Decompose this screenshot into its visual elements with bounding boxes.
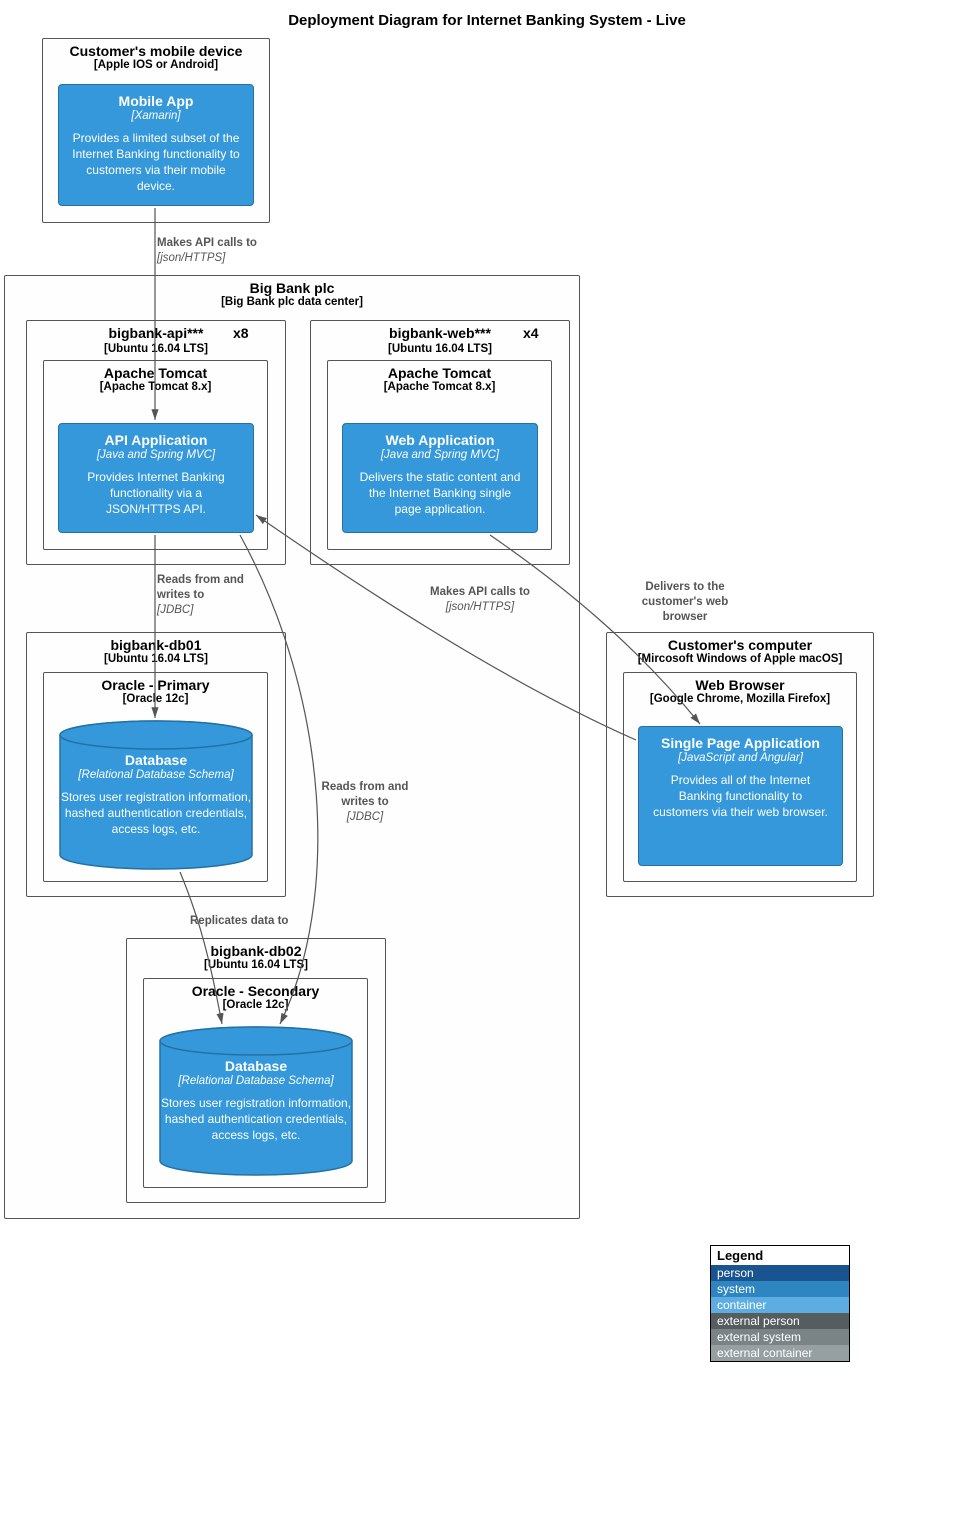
- tomcat1-title: Apache Tomcat: [52, 365, 259, 381]
- edge-mobile-to-api: Makes API calls to [json/HTTPS]: [157, 236, 307, 266]
- api-node-title: bigbank-api***: [109, 325, 204, 341]
- oracle2-title: Oracle - Secondary: [152, 983, 359, 999]
- db01-title: bigbank-db01: [35, 637, 277, 653]
- edge-db1-to-db2: Replicates data to: [190, 914, 320, 929]
- web-node-sub: [Ubuntu 16.04 LTS]: [319, 343, 561, 355]
- db02-title: bigbank-db02: [135, 943, 377, 959]
- tomcat2-title: Apache Tomcat: [336, 365, 543, 381]
- legend-row: container: [711, 1297, 849, 1313]
- legend-title: Legend: [711, 1246, 849, 1265]
- container-web-app: Web Application [Java and Spring MVC] De…: [342, 423, 538, 533]
- tomcat1-sub: [Apache Tomcat 8.x]: [52, 381, 259, 393]
- db1-tech: [Relational Database Schema]: [58, 769, 254, 781]
- browser-title: Web Browser: [632, 677, 848, 693]
- db02-sub: [Ubuntu 16.04 LTS]: [135, 959, 377, 971]
- db1-title: Database: [58, 752, 254, 769]
- diagram-title: Deployment Diagram for Internet Banking …: [0, 0, 974, 41]
- container-spa: Single Page Application [JavaScript and …: [638, 726, 843, 866]
- computer-sub: [Mircosoft Windows of Apple macOS]: [615, 653, 865, 665]
- mobile-device-sub: [Apple IOS or Android]: [51, 59, 261, 71]
- mobile-device-title: Customer's mobile device: [51, 43, 261, 59]
- mobile-app-desc: Provides a limited subset of the Interne…: [69, 130, 243, 195]
- legend-row: system: [711, 1281, 849, 1297]
- spa-tech: [JavaScript and Angular]: [649, 752, 832, 764]
- browser-sub: [Google Chrome, Mozilla Firefox]: [632, 693, 848, 705]
- web-app-title: Web Application: [353, 432, 527, 449]
- mobile-app-tech: [Xamarin]: [69, 110, 243, 122]
- web-node-instances: x4: [523, 325, 539, 341]
- edge-api-to-db1: Reads from and writes to [JDBC]: [157, 573, 277, 618]
- oracle1-title: Oracle - Primary: [52, 677, 259, 693]
- spa-desc: Provides all of the Internet Banking fun…: [649, 772, 832, 821]
- legend-row: external person: [711, 1313, 849, 1329]
- api-node-sub: [Ubuntu 16.04 LTS]: [35, 343, 277, 355]
- web-node-title: bigbank-web***: [389, 325, 491, 341]
- container-mobile-app: Mobile App [Xamarin] Provides a limited …: [58, 84, 254, 206]
- mobile-app-title: Mobile App: [69, 93, 243, 110]
- tomcat2-sub: [Apache Tomcat 8.x]: [336, 381, 543, 393]
- edge-spa-to-api: Makes API calls to [json/HTTPS]: [410, 585, 550, 615]
- spa-title: Single Page Application: [649, 735, 832, 752]
- db1-desc: Stores user registration information, ha…: [58, 789, 254, 838]
- api-app-title: API Application: [69, 432, 243, 449]
- container-database-secondary: Database [Relational Database Schema] St…: [158, 1026, 354, 1176]
- api-app-desc: Provides Internet Banking functionality …: [69, 469, 243, 518]
- container-api-app: API Application [Java and Spring MVC] Pr…: [58, 423, 254, 533]
- legend-row: external system: [711, 1329, 849, 1345]
- legend-row: external container: [711, 1345, 849, 1361]
- edge-api-to-db2: Reads from and writes to [JDBC]: [305, 780, 425, 825]
- web-app-desc: Delivers the static content and the Inte…: [353, 469, 527, 518]
- api-node-instances: x8: [233, 325, 249, 341]
- oracle1-sub: [Oracle 12c]: [52, 693, 259, 705]
- computer-title: Customer's computer: [615, 637, 865, 653]
- big-bank-title: Big Bank plc: [13, 280, 571, 296]
- db01-sub: [Ubuntu 16.04 LTS]: [35, 653, 277, 665]
- big-bank-sub: [Big Bank plc data center]: [13, 296, 571, 308]
- legend: Legend personsystemcontainerexternal per…: [710, 1245, 850, 1362]
- db2-tech: [Relational Database Schema]: [158, 1075, 354, 1087]
- container-database-primary: Database [Relational Database Schema] St…: [58, 720, 254, 870]
- legend-row: person: [711, 1265, 849, 1281]
- web-app-tech: [Java and Spring MVC]: [353, 449, 527, 461]
- db2-desc: Stores user registration information, ha…: [158, 1095, 354, 1144]
- api-app-tech: [Java and Spring MVC]: [69, 449, 243, 461]
- edge-web-to-spa: Delivers to the customer's web browser: [620, 580, 750, 625]
- db2-title: Database: [158, 1058, 354, 1075]
- oracle2-sub: [Oracle 12c]: [152, 999, 359, 1011]
